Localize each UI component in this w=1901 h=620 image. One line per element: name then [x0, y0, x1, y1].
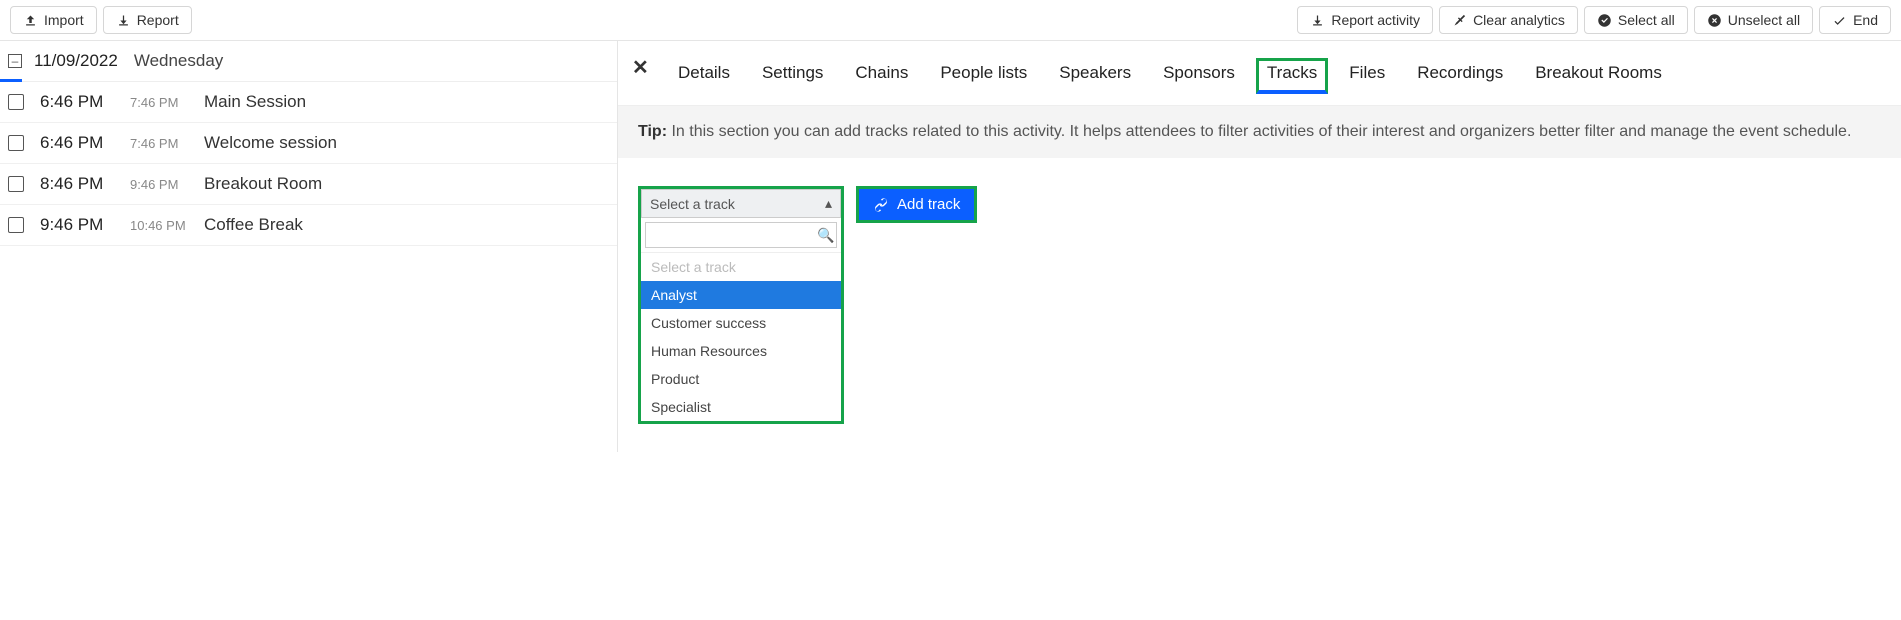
session-start: 9:46 PM: [40, 215, 114, 235]
tab-tracks[interactable]: Tracks: [1256, 58, 1328, 94]
track-search-input[interactable]: [645, 222, 837, 248]
download-icon: [1310, 13, 1325, 28]
session-row[interactable]: 6:46 PM 7:46 PM Main Session: [0, 82, 617, 123]
session-row[interactable]: 6:46 PM 7:46 PM Welcome session: [0, 123, 617, 164]
session-checkbox[interactable]: [8, 94, 24, 110]
schedule-date: 11/09/2022: [34, 51, 118, 71]
check-circle-icon: [1597, 13, 1612, 28]
report-activity-label: Report activity: [1331, 12, 1420, 28]
session-list: 6:46 PM 7:46 PM Main Session 6:46 PM 7:46 PM…: [0, 82, 617, 246]
tab-chains[interactable]: Chains: [855, 63, 908, 87]
session-title: Main Session: [204, 92, 306, 112]
session-end: 10:46 PM: [130, 218, 188, 233]
tip-bar: Tip: In this section you can add tracks …: [618, 106, 1901, 158]
session-checkbox[interactable]: [8, 176, 24, 192]
session-end: 9:46 PM: [130, 177, 188, 192]
tab-sponsors[interactable]: Sponsors: [1163, 63, 1235, 87]
top-toolbar: Import Report Report activity Clear anal…: [0, 0, 1901, 40]
tab-files[interactable]: Files: [1349, 63, 1385, 87]
tip-label: Tip:: [638, 123, 667, 140]
add-track-wrapper: Add track: [856, 186, 977, 223]
toolbar-right: Report activity Clear analytics Select a…: [1297, 6, 1891, 34]
import-button[interactable]: Import: [10, 6, 97, 34]
track-option[interactable]: Human Resources: [641, 337, 841, 365]
download-icon: [116, 13, 131, 28]
session-checkbox[interactable]: [8, 135, 24, 151]
select-all-button[interactable]: Select all: [1584, 6, 1688, 34]
end-label: End: [1853, 12, 1878, 28]
tab-recordings[interactable]: Recordings: [1417, 63, 1503, 87]
track-select-placeholder: Select a track: [650, 196, 735, 212]
track-option-list: AnalystCustomer successHuman ResourcesPr…: [641, 281, 841, 421]
session-title: Breakout Room: [204, 174, 322, 194]
track-area: Select a track ▴ 🔍 Select a track Analys…: [618, 158, 1901, 452]
track-select[interactable]: Select a track ▴ 🔍 Select a track Analys…: [638, 186, 844, 424]
session-start: 6:46 PM: [40, 133, 114, 153]
tab-settings[interactable]: Settings: [762, 63, 823, 87]
add-track-label: Add track: [897, 196, 960, 213]
detail-panel: ✕ Details Settings Chains People lists Speak…: [618, 41, 1901, 452]
end-button[interactable]: End: [1819, 6, 1891, 34]
x-circle-icon: [1707, 13, 1722, 28]
tab-bar: Details Settings Chains People lists Speaker…: [618, 41, 1901, 106]
schedule-pane: – 11/09/2022 Wednesday 6:46 PM 7:46 PM Mai…: [0, 41, 618, 452]
track-select-head[interactable]: Select a track ▴: [641, 189, 841, 218]
session-end: 7:46 PM: [130, 95, 188, 110]
collapse-toggle[interactable]: –: [8, 54, 22, 68]
session-start: 8:46 PM: [40, 174, 114, 194]
track-search-row: 🔍: [641, 218, 841, 253]
session-end: 7:46 PM: [130, 136, 188, 151]
session-row[interactable]: 9:46 PM 10:46 PM Coffee Break: [0, 205, 617, 246]
upload-icon: [23, 13, 38, 28]
report-label: Report: [137, 12, 179, 28]
link-icon: [873, 197, 889, 213]
schedule-date-row: – 11/09/2022 Wednesday: [0, 41, 617, 82]
session-title: Welcome session: [204, 133, 337, 153]
report-activity-button[interactable]: Report activity: [1297, 6, 1433, 34]
report-button[interactable]: Report: [103, 6, 192, 34]
add-track-button[interactable]: Add track: [859, 189, 974, 220]
tab-details[interactable]: Details: [678, 63, 730, 87]
import-label: Import: [44, 12, 84, 28]
tab-speakers[interactable]: Speakers: [1059, 63, 1131, 87]
tab-people-lists[interactable]: People lists: [940, 63, 1027, 87]
session-row[interactable]: 8:46 PM 9:46 PM Breakout Room: [0, 164, 617, 205]
track-option[interactable]: Specialist: [641, 393, 841, 421]
track-option[interactable]: Customer success: [641, 309, 841, 337]
toolbar-left: Import Report: [10, 6, 192, 34]
close-icon[interactable]: ✕: [632, 55, 649, 80]
track-option[interactable]: Product: [641, 365, 841, 393]
session-start: 6:46 PM: [40, 92, 114, 112]
main-split: – 11/09/2022 Wednesday 6:46 PM 7:46 PM Mai…: [0, 40, 1901, 452]
clear-analytics-button[interactable]: Clear analytics: [1439, 6, 1578, 34]
tab-breakout-rooms[interactable]: Breakout Rooms: [1535, 63, 1662, 87]
unselect-all-label: Unselect all: [1728, 12, 1800, 28]
track-option[interactable]: Analyst: [641, 281, 841, 309]
track-option-placeholder: Select a track: [641, 253, 841, 281]
check-icon: [1832, 13, 1847, 28]
tip-text: In this section you can add tracks relat…: [671, 123, 1851, 140]
schedule-weekday: Wednesday: [134, 51, 223, 71]
session-title: Coffee Break: [204, 215, 303, 235]
select-all-label: Select all: [1618, 12, 1675, 28]
session-checkbox[interactable]: [8, 217, 24, 233]
chevron-up-icon: ▴: [825, 195, 832, 212]
unselect-all-button[interactable]: Unselect all: [1694, 6, 1813, 34]
broom-icon: [1452, 13, 1467, 28]
clear-analytics-label: Clear analytics: [1473, 12, 1565, 28]
